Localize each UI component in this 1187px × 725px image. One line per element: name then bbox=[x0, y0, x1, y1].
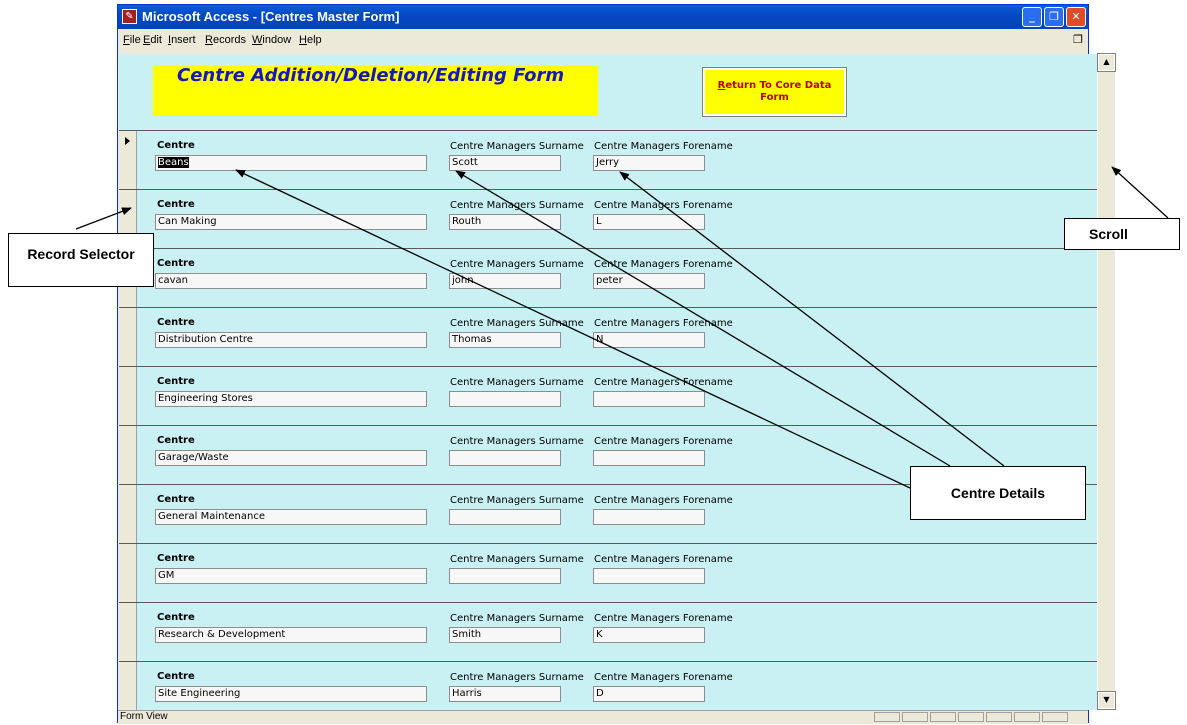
record-selector-arrow bbox=[75, 207, 132, 230]
centre-details-arrow-surname bbox=[455, 170, 951, 467]
record-selector-callout: Record Selector bbox=[8, 233, 154, 287]
record-selector-callout-text: Record Selector bbox=[27, 246, 135, 262]
scroll-callout: Scroll bbox=[1064, 218, 1180, 250]
centre-details-arrow-forename bbox=[619, 171, 1005, 467]
annotation-arrows bbox=[75, 166, 1169, 489]
scroll-arrow bbox=[1111, 166, 1169, 219]
scroll-callout-text: Scroll bbox=[1089, 226, 1128, 242]
centre-details-callout: Centre Details bbox=[910, 466, 1086, 520]
centre-details-callout-text: Centre Details bbox=[950, 485, 1046, 501]
centre-details-arrow-centre bbox=[235, 169, 911, 489]
